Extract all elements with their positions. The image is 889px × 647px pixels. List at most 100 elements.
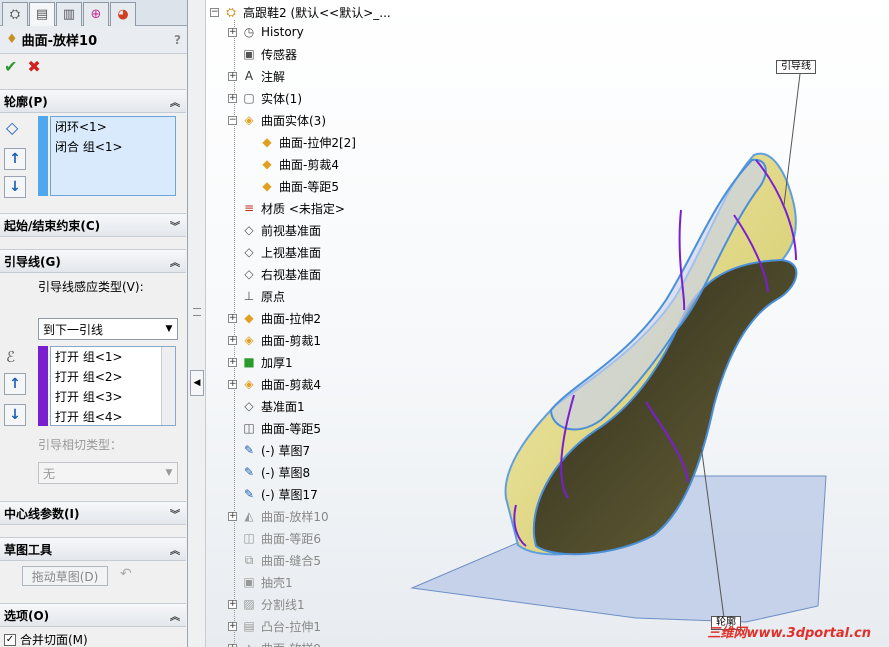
- centerline-group-header[interactable]: 中心线参数(I) ︾: [0, 501, 186, 525]
- start-end-group-header[interactable]: 起始/结束约束(C) ︾: [0, 213, 186, 237]
- move-down-button[interactable]: ↓: [4, 176, 26, 198]
- tree-item[interactable]: ◇ 前视基准面: [228, 220, 321, 240]
- tree-item-label: 上视基准面: [261, 245, 322, 260]
- profiles-group-header[interactable]: 轮廓(P) ︽: [0, 89, 186, 113]
- guide-callout[interactable]: 引导线: [776, 60, 816, 74]
- arrow-up-icon: ↑: [9, 151, 21, 167]
- feature-manager-tab[interactable]: ⛭: [2, 2, 28, 26]
- display-manager-tab[interactable]: ◕: [110, 2, 136, 26]
- tree-item[interactable]: ✎ (-) 草图17: [228, 484, 318, 504]
- tree-root[interactable]: − ⛭ 高跟鞋2 (默认<<默认>_...: [210, 2, 391, 22]
- dimxpert-tab[interactable]: ⊕: [83, 2, 109, 26]
- options-group-header[interactable]: 选项(O) ︽: [0, 603, 186, 627]
- start-end-group-label: 起始/结束约束(C): [4, 218, 101, 233]
- thicken-icon: ■: [243, 355, 255, 369]
- tree-item[interactable]: + ▢ 实体(1): [228, 88, 302, 108]
- tree-item[interactable]: ◇ 右视基准面: [228, 264, 321, 284]
- guide-list[interactable]: 打开 组<1> 打开 组<2> 打开 组<3> 打开 组<4>: [50, 346, 176, 426]
- tree-item[interactable]: + ◷ History: [228, 22, 304, 42]
- list-item[interactable]: 闭环<1>: [55, 117, 175, 137]
- property-manager-tab[interactable]: ▤: [29, 2, 55, 26]
- tree-item[interactable]: + ▤ 凸台-拉伸1: [228, 616, 321, 636]
- guides-group-label: 引导线(G): [4, 254, 61, 269]
- expand-toggle[interactable]: +: [228, 379, 237, 389]
- tree-item[interactable]: ▣ 抽壳1: [228, 572, 293, 592]
- arrow-down-icon: ↓: [9, 179, 21, 195]
- expand-toggle[interactable]: +: [228, 93, 237, 103]
- tree-item[interactable]: + ■ 加厚1: [228, 352, 293, 372]
- expand-toggle[interactable]: +: [228, 621, 237, 631]
- tree-item[interactable]: ◆ 曲面-拉伸2[2]: [246, 132, 356, 152]
- tree-item[interactable]: ◫ 曲面-等距6: [228, 528, 321, 548]
- expand-toggle[interactable]: +: [228, 335, 237, 345]
- tree-item[interactable]: ◇ 基准面1: [228, 396, 305, 416]
- expand-toggle[interactable]: −: [228, 115, 237, 125]
- callout-leader: [783, 73, 801, 206]
- list-item[interactable]: 打开 组<1>: [55, 347, 175, 367]
- tree-item[interactable]: ≡ 材质 <未指定>: [228, 198, 345, 218]
- list-item[interactable]: 闭合 组<1>: [55, 137, 175, 157]
- expand-toggle[interactable]: +: [228, 313, 237, 323]
- tree-item[interactable]: ⧉ 曲面-缝合5: [228, 550, 321, 570]
- expand-toggle[interactable]: +: [228, 27, 237, 37]
- list-item[interactable]: 打开 组<2>: [55, 367, 175, 387]
- tree-item[interactable]: ◆ 曲面-等距5: [246, 176, 339, 196]
- guide-influence-select[interactable]: 到下一引线 ▼: [38, 318, 178, 340]
- tree-item[interactable]: ◆ 曲面-剪裁4: [246, 154, 339, 174]
- drag-sketch-button[interactable]: 拖动草图(D): [22, 566, 108, 586]
- guides-group-header[interactable]: 引导线(G) ︽: [0, 249, 186, 273]
- profile-list[interactable]: 闭环<1> 闭合 组<1>: [50, 116, 176, 196]
- tree-item-label: 抽壳1: [261, 575, 293, 590]
- tree-item[interactable]: ✎ (-) 草图8: [228, 462, 310, 482]
- tree-item[interactable]: ◇ 上视基准面: [228, 242, 321, 262]
- tree-item[interactable]: ⊥ 原点: [228, 286, 285, 306]
- splitter-grip: [193, 308, 201, 316]
- move-up-button[interactable]: ↑: [4, 373, 26, 395]
- sketch-icon: ✎: [243, 465, 255, 479]
- tree-item[interactable]: ◫ 曲面-等距5: [228, 418, 321, 438]
- profiles-group-label: 轮廓(P): [4, 94, 48, 109]
- solid-bodies-icon: ▢: [243, 91, 255, 105]
- tree-item-label: 基准面1: [261, 399, 305, 414]
- tree-item-label: 曲面-剪裁4: [261, 377, 321, 392]
- tree-item[interactable]: + ◭ 曲面-放样9: [228, 638, 321, 647]
- surface-icon: ◆: [262, 135, 272, 149]
- cancel-button[interactable]: ✖: [27, 57, 40, 76]
- guide-list-scrollbar[interactable]: [161, 347, 175, 425]
- graphics-viewport[interactable]: 引导线 轮廓 三维网www.3dportal.cn − ⛭ 高跟鞋2 (默认<<…: [206, 0, 889, 647]
- tree-item[interactable]: ▣ 传感器: [228, 44, 297, 64]
- help-icon[interactable]: ?: [174, 33, 181, 47]
- list-item[interactable]: 打开 组<4>: [55, 407, 175, 427]
- guide-tangency-select[interactable]: 无 ▼: [38, 462, 178, 484]
- list-item[interactable]: 打开 组<3>: [55, 387, 175, 407]
- collapse-toggle[interactable]: −: [210, 7, 219, 17]
- feature-title-bar: ♦ 曲面-放样10 ?: [0, 26, 187, 54]
- expand-toggle[interactable]: +: [228, 511, 237, 521]
- tree-item[interactable]: + ◈ 曲面-剪裁4: [228, 374, 321, 394]
- merge-faces-option[interactable]: ✓ 合并切面(M): [4, 631, 88, 647]
- expand-toggle[interactable]: +: [228, 357, 237, 367]
- tree-item[interactable]: + ◆ 曲面-拉伸2: [228, 308, 321, 328]
- collapse-panel-icon[interactable]: ◀: [190, 370, 204, 396]
- tree-item[interactable]: + ◈ 曲面-剪裁1: [228, 330, 321, 350]
- ok-button[interactable]: ✔: [4, 57, 17, 76]
- shell-icon: ▣: [243, 575, 255, 589]
- tree-item[interactable]: + ◭ 曲面-放样10: [228, 506, 329, 526]
- expand-toggle[interactable]: +: [228, 643, 237, 647]
- undo-icon[interactable]: ↶: [120, 566, 132, 582]
- sketch-tools-group-header[interactable]: 草图工具 ︽: [0, 537, 186, 561]
- move-up-button[interactable]: ↑: [4, 148, 26, 170]
- expand-toggle[interactable]: +: [228, 599, 237, 609]
- tree-item[interactable]: + A 注解: [228, 66, 285, 86]
- guide-influence-value: 到下一引线: [43, 322, 104, 337]
- merge-faces-checkbox[interactable]: ✓: [4, 633, 16, 646]
- tree-item[interactable]: − ◈ 曲面实体(3): [228, 110, 326, 130]
- tree-item[interactable]: ✎ (-) 草图7: [228, 440, 310, 460]
- tree-item-label: 右视基准面: [261, 267, 322, 282]
- expand-toggle[interactable]: +: [228, 71, 237, 81]
- tree-item[interactable]: + ▨ 分割线1: [228, 594, 305, 614]
- move-down-button[interactable]: ↓: [4, 404, 26, 426]
- panel-splitter[interactable]: ◀: [188, 0, 206, 647]
- configuration-manager-tab[interactable]: ▥: [56, 2, 82, 26]
- options-group-label: 选项(O): [4, 608, 50, 623]
